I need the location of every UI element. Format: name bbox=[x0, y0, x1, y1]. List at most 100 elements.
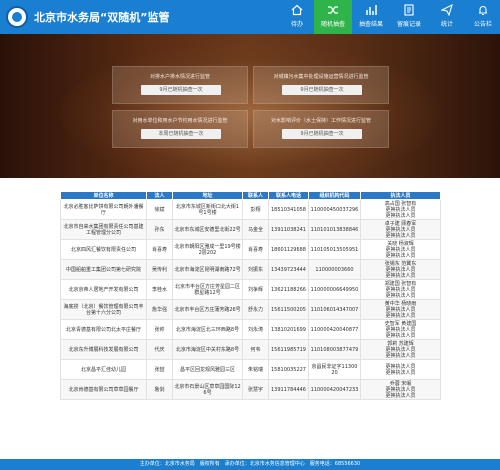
column-header: 地址 bbox=[172, 191, 243, 200]
cell-address: 北京市海淀区北三环西路8号 bbox=[172, 319, 243, 340]
change-officer-link[interactable]: 更换执法人员 bbox=[362, 393, 439, 399]
change-officer-link[interactable]: 更换执法人员 bbox=[362, 213, 439, 219]
cell-code: 110108003877479 bbox=[308, 339, 361, 360]
cell-contact: 刘争辉 bbox=[242, 279, 269, 300]
task-card-water-impact: 对水影响评价（水土保持）工作情况进行监管 9月已随机抽查一次 bbox=[253, 110, 389, 148]
cell-officers: 高占国 张智有 更换执法人员 更换执法人员 bbox=[360, 199, 441, 220]
cell-name: 北京昌平汇佳幼儿园 bbox=[60, 359, 147, 380]
table-row: 北京四风汇餐饮有限责任公司 肖喜寿 北京市朝阳区雅成一里19号楼2层202 肖喜寿 18… bbox=[60, 239, 441, 260]
bar-chart-icon bbox=[366, 5, 377, 15]
cell-code: 110000420040877 bbox=[308, 319, 361, 340]
cell-legal: 孙东 bbox=[146, 219, 173, 240]
cell-contact: 何韦 bbox=[242, 339, 269, 360]
cell-phone: 18601129688 bbox=[268, 239, 309, 260]
cell-legal: 徐斌 bbox=[146, 199, 173, 220]
cell-address: 北京市东城区安德里北街22号 bbox=[172, 219, 243, 240]
cell-contact: 刘永涛 bbox=[242, 319, 269, 340]
change-officer-link[interactable]: 更换执法人员 bbox=[362, 313, 439, 319]
task-card-button[interactable]: 9月已随机抽查一次 bbox=[282, 85, 362, 95]
cell-name: 海底捞（北京）餐饮管理有限公司丰台第十六分公司 bbox=[60, 299, 147, 320]
column-header: 联系人电话 bbox=[268, 191, 309, 200]
cell-officers: 卓子建 顾春军 更换执法人员 更换执法人员 bbox=[360, 219, 441, 240]
task-card-sewage-facility: 对城镇污水集中处理设施运营情况进行监管 9月已随机抽查一次 bbox=[253, 66, 389, 104]
nav-label: 统计 bbox=[440, 21, 453, 28]
cell-phone: 18510341058 bbox=[268, 199, 309, 220]
inspection-table: 单位名称 法人 地址 联系人 联系人电话 组织机构代码 执法人员 北京必胜客比萨… bbox=[60, 191, 441, 400]
nav-label: 待办 bbox=[290, 21, 303, 28]
change-officer-link[interactable]: 更换执法人员 bbox=[362, 253, 439, 259]
cell-contact: 彭翔 bbox=[242, 199, 269, 220]
cell-contact: 马金全 bbox=[242, 219, 269, 240]
shuffle-icon bbox=[328, 6, 338, 14]
cell-officers: 乔蓉 宋岷 更换执法人员 更换执法人员 bbox=[360, 379, 441, 400]
cell-address: 昌平区回龙观风雅园三区 bbox=[172, 359, 243, 380]
change-officer-link[interactable]: 更换执法人员 bbox=[362, 293, 439, 299]
cell-name: 北京京帝人居地产开发有限公司 bbox=[60, 279, 147, 300]
task-card-title: 对城镇污水集中处理设施运营情况进行监管 bbox=[273, 74, 369, 80]
table-row: 北京青德基有限公司北太平庄餐厅 张帅 北京市海淀区北三环西路8号 刘永涛 1381020… bbox=[60, 319, 441, 340]
cell-officers: 张锡东 范翼东 更换执法人员 更换执法人员 bbox=[360, 259, 441, 280]
cell-officers: 郑建国 张智有 更换执法人员 更换执法人员 bbox=[360, 279, 441, 300]
column-header: 法人 bbox=[146, 191, 173, 200]
cell-name: 中国船舶重工集团公司第七研究院 bbox=[60, 259, 147, 280]
table-row: 北京昌平汇佳幼儿园 张喆 昌平区回龙观风雅园三区 朱铭瑞 15810035227 京昌民非… bbox=[60, 359, 441, 380]
nav-item-bulletin[interactable]: 公告栏 bbox=[466, 0, 500, 34]
cell-code: 110000006649950 bbox=[308, 279, 361, 300]
table-row: 北京东升博展科技发展有限公司 代庆 北京市海淀区中关村东路8号 何韦 156119857… bbox=[60, 339, 441, 360]
task-card-title: 对排水户排水情况进行监管 bbox=[149, 74, 210, 80]
nav-item-statistics[interactable]: 统计 bbox=[428, 0, 466, 34]
cell-phone: 15810035227 bbox=[268, 359, 309, 380]
task-card-button[interactable]: 9月已随机抽查一次 bbox=[282, 129, 362, 139]
cell-contact: 舒永力 bbox=[242, 299, 269, 320]
column-header: 联系人 bbox=[242, 191, 269, 200]
cell-legal: 吴传利 bbox=[146, 259, 173, 280]
cell-address: 北京市丰台区方庄芳星园二区群星路12号 bbox=[172, 279, 243, 300]
cell-address: 北京市海淀区中关村东路8号 bbox=[172, 339, 243, 360]
cell-code: 110000450037296 bbox=[308, 199, 361, 220]
cell-address: 北京市石景山区草草园国际126号 bbox=[172, 379, 243, 400]
task-card-water-saving: 对用水单位和用水户节约用水情况进行监管 本周已随机抽查一次 bbox=[112, 110, 248, 148]
cell-name: 北京必胜客比萨饼有限公司朝外潘餐厅 bbox=[60, 199, 147, 220]
table-row: 北京肯德基有限公司草草园餐厅 鲁剑 北京市石景山区草草园国际126号 张慧宇 13911… bbox=[60, 379, 441, 400]
nav-item-todo[interactable]: 待办 bbox=[280, 0, 314, 34]
cell-code: 京昌民非证字1130020 bbox=[308, 359, 361, 380]
cell-address: 北京市东城区新街口北大街1号1号楼 bbox=[172, 199, 243, 220]
cell-code: 110106014347007 bbox=[308, 299, 361, 320]
nav-item-check-results[interactable]: 抽查结果 bbox=[352, 0, 390, 34]
change-officer-link[interactable]: 更换执法人员 bbox=[362, 273, 439, 279]
hero-banner: 对排水户排水情况进行监管 9月已随机抽查一次 对城镇污水集中处理设施运营情况进行… bbox=[0, 34, 500, 178]
cell-officers: 关晓 杨淑辉 更换执法人员 更换执法人员 bbox=[360, 239, 441, 260]
cell-contact: 肖喜寿 bbox=[242, 239, 269, 260]
table-row: 北京市自来水集团有限责任公司基建工程管理分公司 孙东 北京市东城区安德里北街22号马… bbox=[60, 219, 441, 240]
task-card-button[interactable]: 本周已随机抽查一次 bbox=[141, 129, 221, 139]
cell-code: 110105013505951 bbox=[308, 239, 361, 260]
nav-item-trace-records[interactable]: 留痕记录 bbox=[390, 0, 428, 34]
bureau-logo bbox=[6, 6, 28, 28]
cell-phone: 13621188266 bbox=[268, 279, 309, 300]
cell-code: 110000420047233 bbox=[308, 379, 361, 400]
cell-officers: 黄中华 杨晓雨 更换执法人员 更换执法人员 bbox=[360, 299, 441, 320]
cell-legal: 李桂水 bbox=[146, 279, 173, 300]
nav-label: 抽查结果 bbox=[358, 21, 383, 28]
change-officer-link[interactable]: 更换执法人员 bbox=[362, 233, 439, 239]
cell-address: 北京市丰台区方庄蒲芳路26号 bbox=[172, 299, 243, 320]
cell-phone: 15611985719 bbox=[268, 339, 309, 360]
cell-name: 北京肯德基有限公司草草园餐厅 bbox=[60, 379, 147, 400]
task-card-title: 对水影响评价（水土保持）工作情况进行监管 bbox=[270, 118, 371, 124]
table-row: 中国船舶重工集团公司第七研究院 吴传利 北京市海淀区昆明湖南路72号 刘振东 13439… bbox=[60, 259, 441, 280]
change-officer-link[interactable]: 更换执法人员 bbox=[362, 333, 439, 339]
task-card-button[interactable]: 9月已随机抽查一次 bbox=[141, 85, 221, 95]
column-header: 组织机构代码 bbox=[308, 191, 361, 200]
task-card-drainage: 对排水户排水情况进行监管 9月已随机抽查一次 bbox=[112, 66, 248, 104]
nav-label: 留痕记录 bbox=[396, 21, 421, 28]
change-officer-link[interactable]: 更换执法人员 bbox=[362, 353, 439, 359]
cell-phone: 13810201699 bbox=[268, 319, 309, 340]
table-header-row: 单位名称 法人 地址 联系人 联系人电话 组织机构代码 执法人员 bbox=[60, 191, 441, 200]
nav-item-random-check[interactable]: 随机抽查 bbox=[314, 0, 352, 34]
table-row: 海底捞（北京）餐饮管理有限公司丰台第十六分公司 詹华强 北京市丰台区方庄蒲芳路26号… bbox=[60, 299, 441, 320]
cell-phone: 13439723444 bbox=[268, 259, 309, 280]
cell-officers: 更换执法人员 更换执法人员 bbox=[360, 359, 441, 380]
main-nav: 待办 随机抽查 抽查结果 留痕记录 统计 公告栏 bbox=[280, 0, 500, 34]
table-row: 北京京帝人居地产开发有限公司 李桂水 北京市丰台区方庄芳星园二区群星路12号 刘争辉 1… bbox=[60, 279, 441, 300]
change-officer-link[interactable]: 更换执法人员 bbox=[362, 370, 439, 376]
